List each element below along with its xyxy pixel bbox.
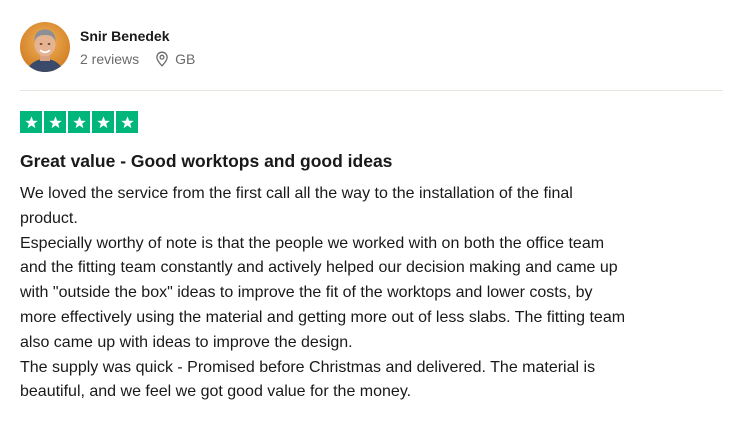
reviewer-name[interactable]: Snir Benedek: [80, 27, 195, 45]
reviewer-country: GB: [175, 50, 196, 67]
reviewer-info: Snir Benedek 2 reviews GB: [80, 27, 195, 68]
review-body-line: beautiful, and we feel we got good value…: [20, 383, 412, 401]
reviewer-meta: 2 reviews GB: [80, 50, 195, 68]
review-body-line: The supply was quick - Promised before C…: [20, 358, 596, 376]
review-body-line: product.: [20, 209, 78, 227]
user-photo-avatar: [20, 22, 70, 72]
review-body-line: more effectively using the material and …: [20, 308, 626, 326]
review-body: We loved the service from the first call…: [20, 182, 730, 405]
star-icon: [44, 111, 66, 133]
divider: [20, 90, 723, 91]
review-body-line: Especially worthy of note is that the pe…: [20, 234, 605, 252]
star-icon: [20, 111, 42, 133]
review-body-line: and the fitting team constantly and acti…: [20, 259, 618, 277]
star-icon: [116, 111, 138, 133]
reviews-count: 2 reviews: [80, 50, 140, 67]
review-card: Snir Benedek 2 reviews GB Great value - …: [0, 0, 747, 428]
star-rating: [20, 111, 140, 133]
location-pin-icon: [156, 51, 168, 67]
review-body-line: with "outside the box" ideas to improve …: [20, 284, 593, 302]
star-icon: [92, 111, 114, 133]
review-title[interactable]: Great value - Good worktops and good ide…: [20, 150, 392, 172]
reviewer-header: Snir Benedek 2 reviews GB: [20, 22, 195, 72]
review-body-line: We loved the service from the first call…: [20, 185, 573, 202]
avatar[interactable]: [20, 22, 70, 72]
review-body-line: also came up with ideas to improve the d…: [20, 333, 353, 351]
star-icon: [68, 111, 90, 133]
